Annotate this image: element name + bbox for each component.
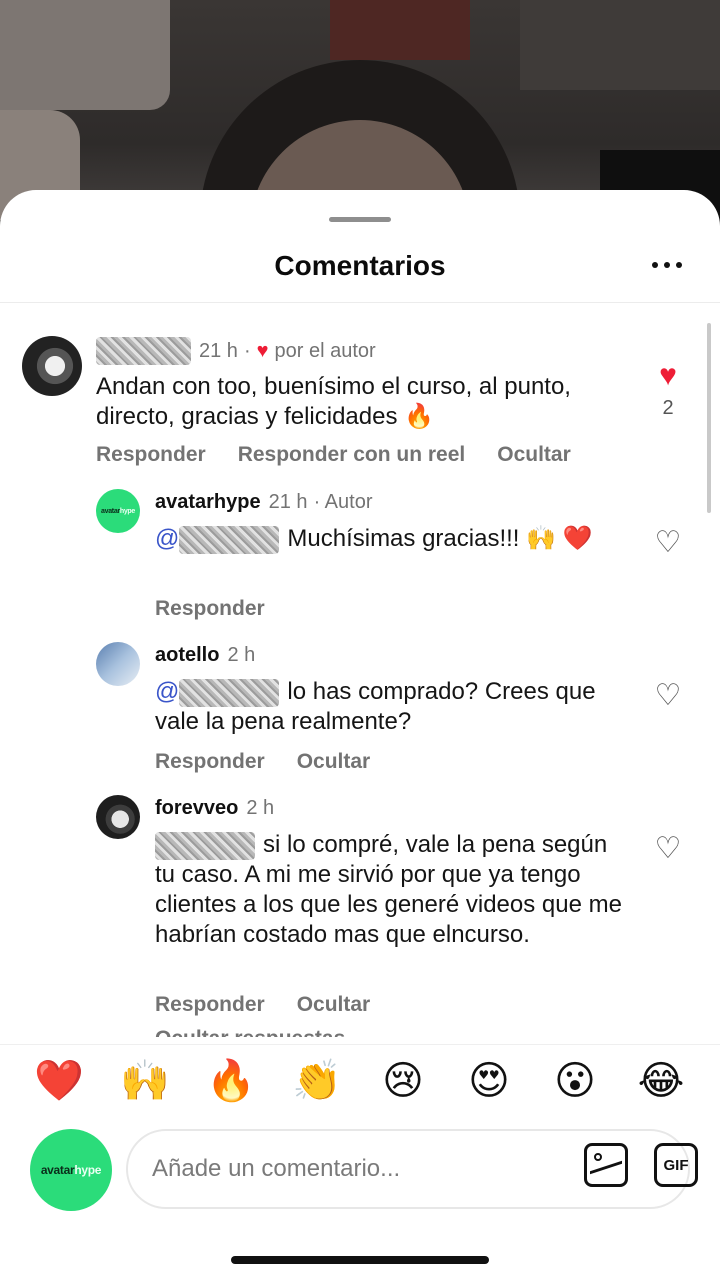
username[interactable]: avatarhype — [155, 491, 261, 514]
more-options-icon[interactable] — [652, 262, 682, 270]
reply-actions: Responder Ocultar — [155, 750, 370, 774]
reply-text: @ lo has comprado? Crees que vale la pena… — [155, 678, 596, 735]
emoji-heart[interactable]: ❤️ — [29, 1057, 89, 1104]
reply-time: 21 h — [268, 491, 308, 513]
reply-button[interactable]: Responder — [155, 750, 265, 774]
current-user-avatar: avatarhype — [30, 1129, 112, 1211]
reply-time: 2 h — [227, 644, 256, 666]
reply-actions: Responder Ocultar — [155, 993, 370, 1017]
reply-button[interactable]: Responder — [155, 993, 265, 1017]
reply-button[interactable]: Responder — [96, 443, 206, 467]
comment-input-placeholder: Añade un comentario... — [152, 1155, 401, 1182]
like-control[interactable]: ♡ — [651, 528, 685, 558]
author-tag: · Autor — [313, 491, 373, 513]
reply-meta: aotello 2 h — [155, 644, 255, 667]
blurred-mention — [155, 831, 255, 860]
emoji-crying[interactable]: 😢 — [373, 1058, 433, 1104]
emoji-surprised[interactable]: 😮 — [545, 1058, 605, 1104]
blurred-username — [96, 337, 191, 365]
username[interactable]: forevveo — [155, 797, 238, 820]
avatar[interactable] — [22, 336, 82, 396]
gif-icon[interactable]: GIF — [654, 1143, 698, 1187]
reply-actions: Responder — [155, 597, 265, 621]
like-control[interactable]: ♡ — [651, 681, 685, 711]
comments-sheet: Comentarios 21 h · ♥ por el autor Andan … — [0, 190, 720, 1280]
reply-time: 2 h — [246, 797, 275, 819]
quick-reaction-bar: ❤️ 🙌 🔥 👏 😢 😍 😮 😂 — [0, 1044, 720, 1116]
avatar-logo: avatarhype — [40, 1163, 102, 1177]
emoji-fire[interactable]: 🔥 — [201, 1057, 261, 1104]
username[interactable]: aotello — [155, 644, 219, 667]
like-count: 2 — [662, 397, 674, 419]
emoji-raised-hands[interactable]: 🙌 — [115, 1057, 175, 1104]
reply-with-reel-button[interactable]: Responder con un reel — [238, 443, 466, 467]
emoji-laughing[interactable]: 😂 — [631, 1058, 691, 1104]
comments-list[interactable]: 21 h · ♥ por el autor Andan con too, bue… — [0, 303, 720, 1037]
reply-meta: avatarhype 21 h · Autor — [155, 491, 372, 514]
reply-meta: forevveo 2 h — [155, 797, 274, 820]
compose-bar: avatarhype Añade un comentario... GIF — [0, 1126, 720, 1216]
heart-outline-icon[interactable]: ♡ — [651, 681, 685, 711]
hide-button[interactable]: Ocultar — [497, 443, 571, 467]
comment-meta: 21 h · ♥ por el autor — [96, 337, 376, 365]
hide-button[interactable]: Ocultar — [297, 750, 371, 774]
avatar[interactable] — [96, 642, 140, 686]
comment-time: 21 h — [199, 339, 238, 362]
heart-icon: ♥ — [256, 339, 269, 362]
heart-outline-icon[interactable]: ♡ — [651, 834, 685, 864]
page-title: Comentarios — [274, 250, 446, 281]
hide-button[interactable]: Ocultar — [297, 993, 371, 1017]
reply-text: @ Muchísimas gracias!!! 🙌 ❤️ — [155, 525, 593, 554]
comment-text: Andan con too, buenísimo el curso, al pu… — [96, 373, 571, 430]
emoji-clapping[interactable]: 👏 — [287, 1057, 347, 1104]
avatar[interactable] — [96, 795, 140, 839]
like-control[interactable]: ♥ 2 — [651, 361, 685, 420]
image-icon[interactable] — [584, 1143, 628, 1187]
avatar[interactable]: avatarhype — [96, 489, 140, 533]
author-tag: por el autor — [274, 339, 376, 362]
mention[interactable]: @ — [155, 678, 179, 705]
home-indicator[interactable] — [231, 1256, 489, 1264]
sheet-header: Comentarios — [0, 230, 720, 302]
like-control[interactable]: ♡ — [651, 834, 685, 864]
scrollbar[interactable] — [707, 323, 711, 513]
emoji-heart-eyes[interactable]: 😍 — [459, 1058, 519, 1104]
blurred-mention — [179, 678, 280, 707]
reply-text: si lo compré, vale la pena según tu caso… — [155, 831, 622, 948]
hide-replies-link[interactable]: Ocultar respuestas — [155, 1027, 345, 1037]
heart-outline-icon[interactable]: ♡ — [651, 528, 685, 558]
avatar-logo: avatarhype — [101, 507, 135, 515]
comment-actions: Responder Responder con un reel Ocultar — [96, 443, 571, 467]
mention[interactable]: @ — [155, 525, 179, 552]
reply-button[interactable]: Responder — [155, 597, 265, 621]
heart-filled-icon[interactable]: ♥ — [651, 361, 685, 391]
blurred-mention — [179, 525, 280, 554]
drag-handle[interactable] — [329, 217, 391, 222]
